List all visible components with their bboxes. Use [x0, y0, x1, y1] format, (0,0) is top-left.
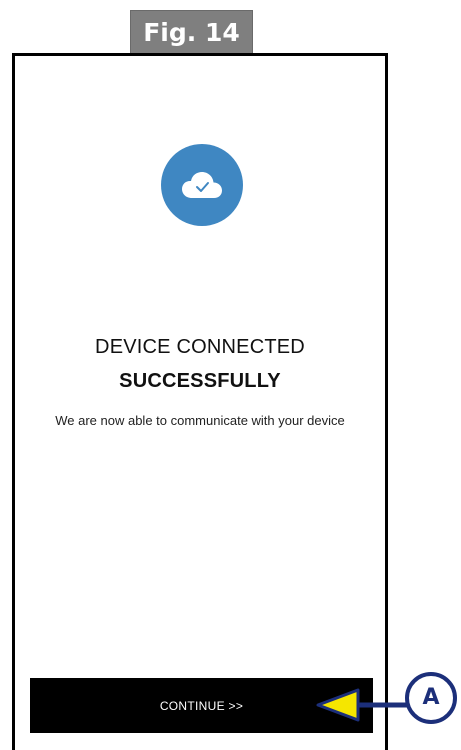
continue-button[interactable]: CONTINUE >> [30, 678, 373, 733]
title-line-2: SUCCESSFULLY [119, 370, 281, 392]
callout-letter: A [422, 685, 440, 710]
title-line-1: DEVICE CONNECTED [95, 336, 305, 358]
success-message: We are now able to communicate with your… [55, 413, 345, 428]
cloud-check-badge [161, 144, 243, 226]
continue-button-label: CONTINUE >> [159, 698, 244, 713]
cloud-check-icon [182, 172, 222, 198]
phone-screen: DEVICE CONNECTED SUCCESSFULLY We are now… [12, 53, 388, 750]
figure-label: Fig. 14 [130, 10, 253, 54]
